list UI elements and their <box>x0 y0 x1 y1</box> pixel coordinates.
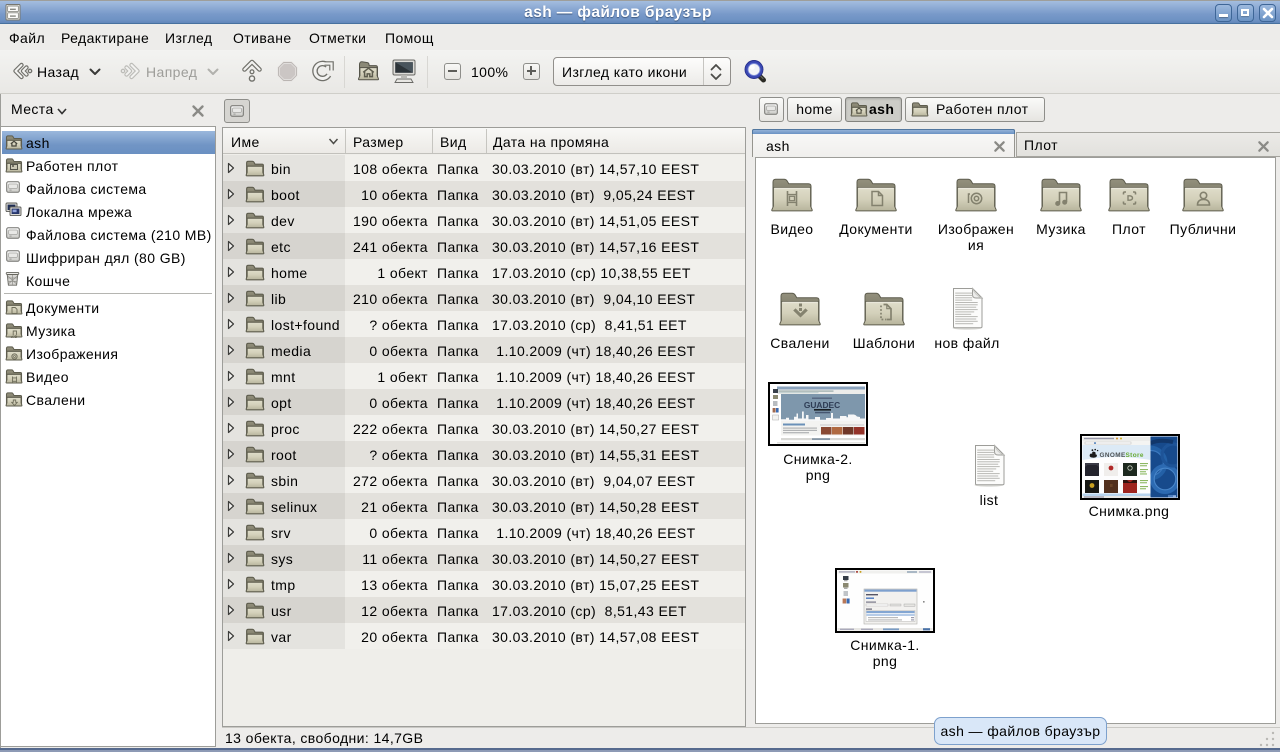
svg-text:GNOME: GNOME <box>1100 452 1126 459</box>
svg-text:Store: Store <box>1126 452 1144 459</box>
svg-text:GUADEC: GUADEC <box>804 400 840 410</box>
